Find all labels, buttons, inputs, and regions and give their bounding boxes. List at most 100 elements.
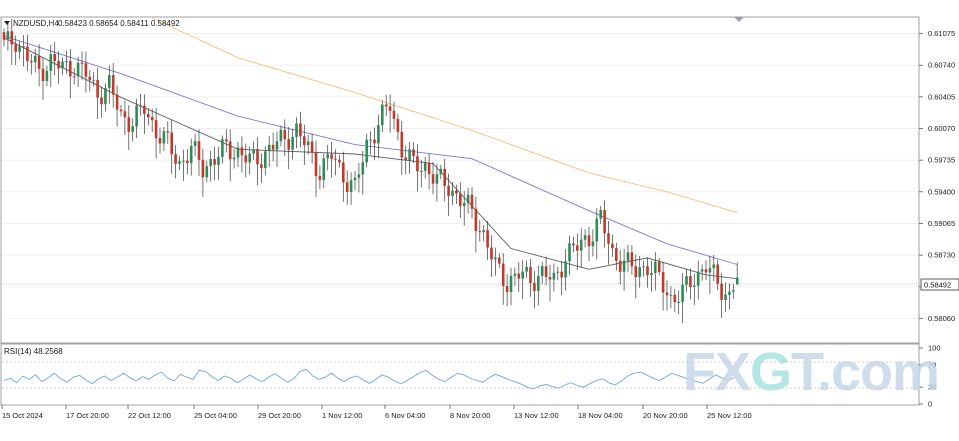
time-tick-label: 25 Oct 04:00 <box>194 411 237 420</box>
candle-bear <box>115 94 119 110</box>
candle-bull <box>189 145 193 163</box>
candle-bull <box>420 170 423 172</box>
candle-bear <box>100 97 103 105</box>
candle-bear <box>412 149 415 157</box>
candle-bull <box>537 276 540 291</box>
candle-bull <box>583 235 587 240</box>
candle-bear <box>174 154 177 164</box>
time-tick-label: 18 Nov 04:00 <box>578 411 623 420</box>
candle-bear <box>505 285 509 293</box>
candle-bull <box>267 144 271 152</box>
candle-bear <box>37 56 41 69</box>
candle-bull <box>178 161 181 164</box>
candle-bear <box>416 156 419 172</box>
candle-bull <box>568 243 571 262</box>
candle-bull <box>349 180 353 192</box>
candle-bull <box>650 272 653 275</box>
candle-bull <box>700 269 704 272</box>
candle-bear <box>26 46 29 61</box>
candle-bull <box>462 202 466 207</box>
time-tick-label: 25 Nov 12:00 <box>707 411 752 420</box>
candle-bull <box>361 162 365 175</box>
candle-bear <box>661 272 665 293</box>
candle-bull <box>599 210 602 219</box>
candle-bear <box>396 118 400 132</box>
candle-bear <box>533 283 536 291</box>
candle-bear <box>53 54 56 61</box>
time-tick-label: 13 Nov 12:00 <box>514 411 559 420</box>
candle-bear <box>529 267 532 284</box>
candle-bear <box>392 110 396 119</box>
candle-bear <box>244 155 248 163</box>
candle-bull <box>638 267 641 277</box>
candle-bull <box>357 174 361 178</box>
candle-bull <box>466 194 470 203</box>
time-tick-label: 20 Nov 20:00 <box>643 411 688 420</box>
candle-bear <box>330 154 333 159</box>
chart-window[interactable]: NZDUSD,H4 0.58423 0.58654 0.58411 0.5849… <box>0 0 959 436</box>
candle-bear <box>303 136 306 146</box>
candle-bear <box>170 132 173 155</box>
candle-bull <box>45 70 49 82</box>
price-tick-label: 0.58060 <box>928 314 955 323</box>
candle-bull <box>423 162 427 171</box>
candle-bear <box>88 76 92 80</box>
candle-bull <box>162 131 166 144</box>
candle-bull <box>435 174 439 184</box>
candle-bull <box>92 79 95 81</box>
current-price-label: 0.58492 <box>924 281 951 290</box>
candle-bull <box>232 157 236 160</box>
candle-bear <box>186 160 189 163</box>
candle-bull <box>295 123 298 137</box>
candle-bull <box>353 177 357 181</box>
candle-bull <box>131 126 134 132</box>
candle-bull <box>513 273 517 276</box>
candle-bear <box>720 283 723 300</box>
candle-bull <box>76 62 80 77</box>
candle-bear <box>470 194 474 209</box>
candle-bull <box>306 141 310 146</box>
candle-bear <box>2 32 6 40</box>
candle-bear <box>10 31 14 45</box>
candle-bear <box>490 247 493 260</box>
candle-bear <box>544 266 548 278</box>
candle-bear <box>443 168 446 186</box>
candle-bear <box>630 252 634 267</box>
candle-bull <box>642 266 645 268</box>
price-tick-label: 0.59400 <box>928 187 955 196</box>
candle-bull <box>193 141 197 146</box>
candle-bear <box>572 243 575 246</box>
candle-bear <box>30 60 33 63</box>
candle-bear <box>201 159 205 178</box>
price-tick-label: 0.60070 <box>928 124 955 133</box>
candle-bear <box>611 243 614 249</box>
candle-bear <box>22 46 25 48</box>
candle-bull <box>291 136 294 150</box>
candle-bull <box>236 147 240 158</box>
price-tick-label: 0.61075 <box>928 29 955 38</box>
candle-bull <box>696 271 700 286</box>
candle-bull <box>622 260 626 272</box>
candle-bear <box>228 141 232 160</box>
candle-bear <box>576 245 579 251</box>
candle-bull <box>735 277 739 285</box>
candle-bull <box>221 139 224 157</box>
candle-bear <box>603 210 606 234</box>
price-tick-label: 0.60740 <box>928 61 955 70</box>
candle-bull <box>408 149 411 161</box>
candle-bear <box>225 139 228 142</box>
candle-bear <box>388 106 392 111</box>
candle-bear <box>447 185 450 196</box>
candle-bear <box>474 208 478 232</box>
candle-bull <box>669 294 673 296</box>
candle-bear <box>256 149 259 165</box>
candle-bear <box>310 141 314 153</box>
ohlc-values: 0.58423 0.58654 0.58411 0.58492 <box>58 19 180 28</box>
candle-bull <box>205 166 209 178</box>
candle-bear <box>197 141 201 160</box>
symbol-label: NZDUSD,H4 <box>13 19 59 28</box>
candle-bull <box>182 160 185 162</box>
chart-canvas[interactable]: NZDUSD,H4 0.58423 0.58654 0.58411 0.5849… <box>0 0 959 436</box>
fxgt-watermark-logo: FXGT.com <box>683 342 939 402</box>
candle-bear <box>143 105 146 115</box>
